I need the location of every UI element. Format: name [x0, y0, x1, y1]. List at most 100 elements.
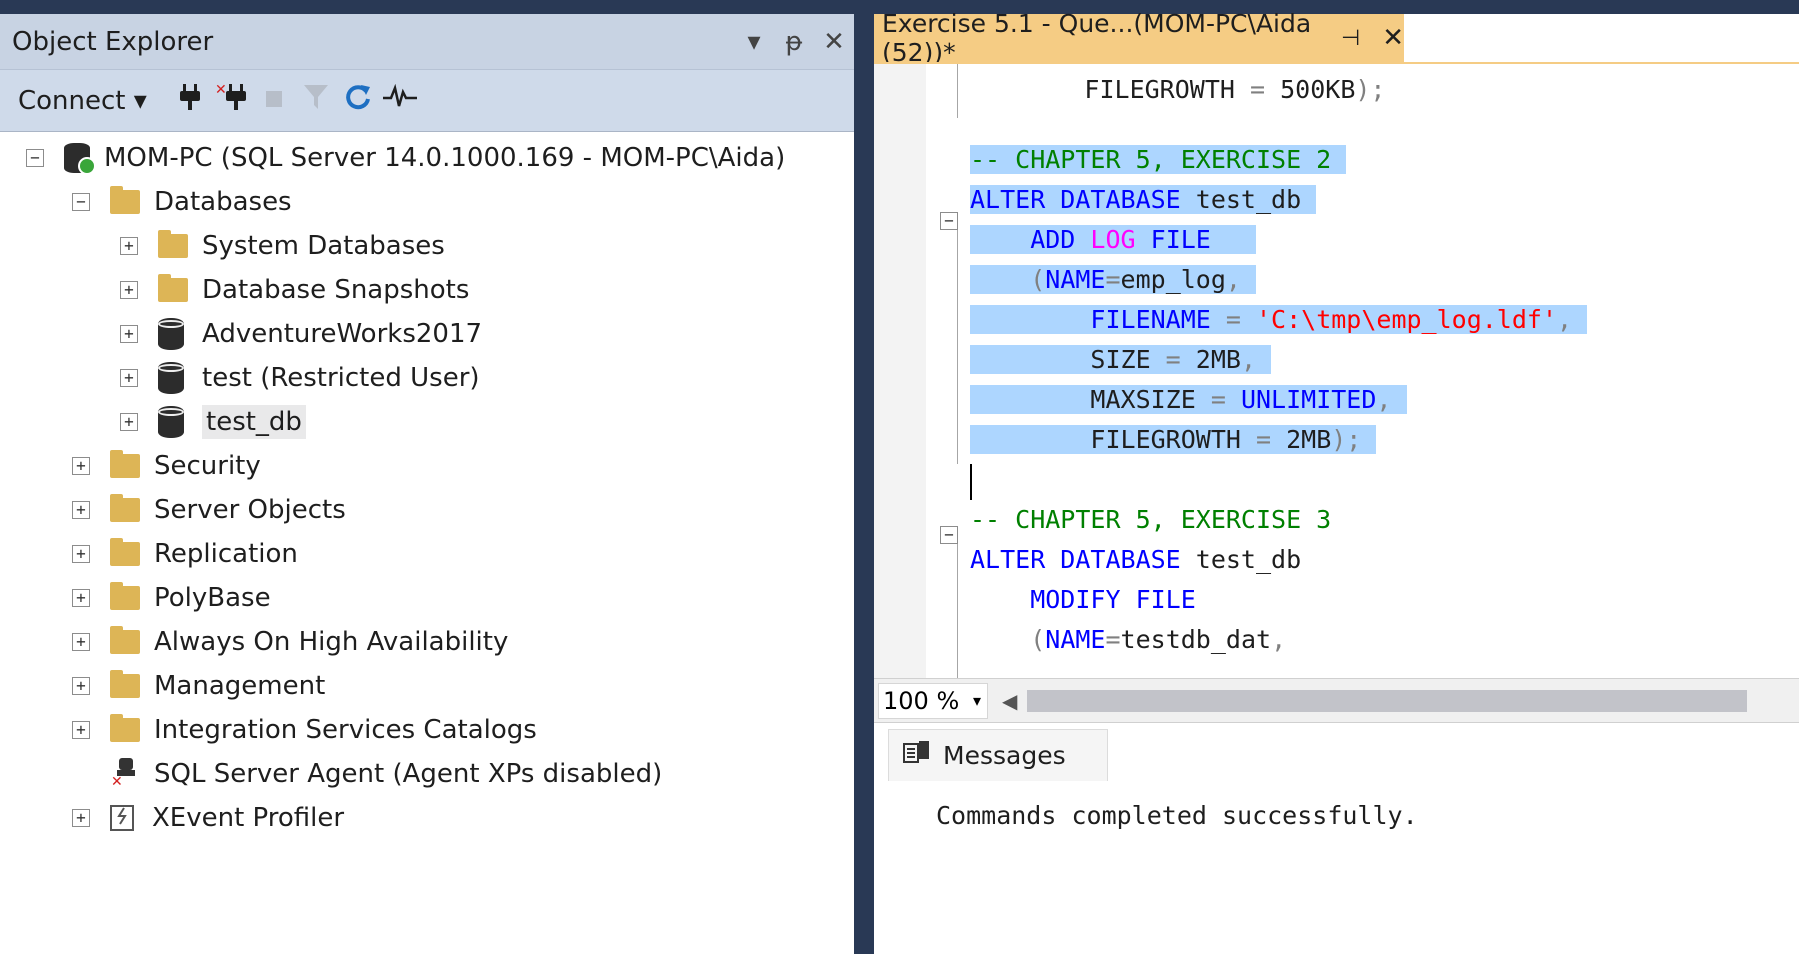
- tree-node-label: AdventureWorks2017: [202, 319, 483, 349]
- tree-node-test-db[interactable]: + test_db: [120, 400, 306, 444]
- tree-node-label: SQL Server Agent (Agent XPs disabled): [154, 759, 663, 789]
- folder-icon: [110, 450, 140, 478]
- tree-node-management[interactable]: + Management: [72, 664, 325, 708]
- editor-statusbar: 100 % ▾ ◀: [874, 678, 1799, 722]
- expand-icon[interactable]: +: [72, 677, 90, 695]
- expand-icon[interactable]: +: [72, 633, 90, 651]
- object-explorer-tree: − MOM-PC (SQL Server 14.0.1000.169 - MOM…: [0, 136, 854, 954]
- disconnect-plug-icon[interactable]: ✕: [211, 82, 253, 119]
- text-caret: [970, 464, 972, 500]
- database-icon: [158, 362, 184, 394]
- tree-node-label: MOM-PC (SQL Server 14.0.1000.169 - MOM-P…: [104, 143, 786, 173]
- database-icon: [158, 318, 184, 350]
- code-line: FILEGROWTH = 2MB);: [970, 420, 1377, 460]
- svg-text:✕: ✕: [111, 774, 123, 786]
- expand-icon[interactable]: +: [72, 545, 90, 563]
- tree-node-label: Always On High Availability: [154, 627, 509, 657]
- sql-editor[interactable]: − − FILEGROWTH = 500KB); -- CHAPTER 5, E…: [874, 64, 1799, 678]
- folder-icon: [110, 538, 140, 566]
- code-line: (NAME=emp_log,: [970, 260, 1257, 300]
- tree-node-database-snapshots[interactable]: + Database Snapshots: [120, 268, 469, 312]
- filter-icon[interactable]: [295, 83, 337, 118]
- tree-node-sql-agent[interactable]: ✕ SQL Server Agent (Agent XPs disabled): [72, 752, 662, 796]
- expand-icon[interactable]: +: [120, 413, 138, 431]
- expand-icon[interactable]: +: [72, 809, 90, 827]
- folder-icon: [110, 670, 140, 698]
- expand-icon[interactable]: +: [72, 589, 90, 607]
- zoom-select[interactable]: 100 % ▾: [878, 682, 988, 719]
- tree-node-label: test_db: [202, 405, 306, 439]
- horizontal-scrollbar[interactable]: [1027, 689, 1748, 712]
- expand-icon[interactable]: +: [72, 721, 90, 739]
- folder-icon: [110, 494, 140, 522]
- tree-node-label: Database Snapshots: [202, 275, 470, 305]
- close-icon[interactable]: ✕: [1382, 23, 1404, 53]
- stop-icon[interactable]: [253, 86, 295, 116]
- sql-agent-disabled-icon: ✕: [110, 756, 140, 793]
- expand-icon[interactable]: +: [120, 237, 138, 255]
- expand-icon[interactable]: +: [120, 325, 138, 343]
- connect-button[interactable]: Connect ▾: [18, 86, 147, 116]
- fold-collapse-icon[interactable]: −: [940, 212, 958, 230]
- object-explorer-titlebar: Object Explorer ▾ ᵽ ✕: [0, 14, 854, 70]
- tab-messages[interactable]: Messages: [888, 729, 1108, 781]
- tree-node-label: Databases: [154, 187, 292, 217]
- tree-node-label: Server Objects: [154, 495, 346, 525]
- folder-icon: [158, 274, 188, 302]
- tab-title: Exercise 5.1 - Que...(MOM-PC\Aida (52))*: [882, 9, 1312, 67]
- code-line: MAXSIZE = UNLIMITED,: [970, 380, 1407, 420]
- server-icon: [64, 143, 96, 175]
- tree-node-server-objects[interactable]: + Server Objects: [72, 488, 346, 532]
- tree-node-label: PolyBase: [154, 583, 271, 613]
- tree-node-adventureworks[interactable]: + AdventureWorks2017: [120, 312, 482, 356]
- expand-icon[interactable]: +: [120, 281, 138, 299]
- code-line: ALTER DATABASE test_db: [970, 180, 1317, 220]
- editor-margin: [874, 64, 926, 678]
- tree-node-replication[interactable]: + Replication: [72, 532, 298, 576]
- tree-node-integration-services[interactable]: + Integration Services Catalogs: [72, 708, 537, 752]
- code-line: MODIFY FILE: [970, 585, 1196, 614]
- results-pane: Messages Commands completed successfully…: [874, 722, 1799, 954]
- tree-node-label: Replication: [154, 539, 298, 569]
- tree-node-label: System Databases: [202, 231, 445, 261]
- collapse-icon[interactable]: −: [72, 193, 90, 211]
- tree-node-system-databases[interactable]: + System Databases: [120, 224, 445, 268]
- folder-icon: [158, 230, 188, 258]
- tree-node-security[interactable]: + Security: [72, 444, 261, 488]
- chevron-down-icon[interactable]: ▾: [734, 27, 774, 57]
- pin-icon[interactable]: ⊣: [1341, 26, 1360, 51]
- collapse-icon[interactable]: −: [26, 149, 44, 167]
- folder-icon: [110, 714, 140, 742]
- tree-node-databases[interactable]: − Databases: [72, 180, 292, 224]
- close-icon[interactable]: ✕: [814, 27, 854, 57]
- object-explorer-title: Object Explorer: [12, 26, 214, 57]
- expand-icon[interactable]: +: [72, 501, 90, 519]
- xevent-profiler-icon: [110, 805, 134, 831]
- tree-node-label: Management: [154, 671, 326, 701]
- code-line: -- CHAPTER 5, EXERCISE 3: [970, 505, 1332, 534]
- expand-icon[interactable]: +: [72, 457, 90, 475]
- object-explorer-toolbar: Connect ▾ ✕: [0, 70, 854, 132]
- tab-query-exercise[interactable]: Exercise 5.1 - Que...(MOM-PC\Aida (52))*…: [874, 9, 1404, 67]
- chevron-down-icon: ▾: [972, 691, 981, 710]
- folder-icon: [110, 582, 140, 610]
- pin-icon[interactable]: ᵽ: [774, 27, 814, 57]
- fold-collapse-icon[interactable]: −: [940, 526, 958, 544]
- code-line: SIZE = 2MB,: [970, 340, 1272, 380]
- scroll-left-icon[interactable]: ◀: [1002, 689, 1017, 713]
- code-line: (NAME=testdb_dat,: [970, 625, 1287, 654]
- tree-node-test[interactable]: + test (Restricted User): [120, 356, 480, 400]
- query-editor-pane: Exercise 5.1 - Que...(MOM-PC\Aida (52))*…: [874, 9, 1799, 954]
- tree-node-xevent-profiler[interactable]: + XEvent Profiler: [72, 796, 344, 840]
- tree-node-polybase[interactable]: + PolyBase: [72, 576, 271, 620]
- svg-text:✕: ✕: [215, 82, 227, 98]
- connect-plug-icon[interactable]: [169, 82, 211, 119]
- refresh-icon[interactable]: [337, 83, 379, 118]
- tree-node-always-on[interactable]: + Always On High Availability: [72, 620, 508, 664]
- tree-node-label: XEvent Profiler: [152, 803, 345, 833]
- code-line: FILENAME = 'C:\tmp\emp_log.ldf',: [970, 300, 1588, 340]
- expand-icon[interactable]: +: [120, 369, 138, 387]
- tree-node-server[interactable]: − MOM-PC (SQL Server 14.0.1000.169 - MOM…: [26, 136, 785, 180]
- activity-monitor-icon[interactable]: [379, 83, 421, 117]
- code-line: ADD LOG FILE: [970, 220, 1257, 260]
